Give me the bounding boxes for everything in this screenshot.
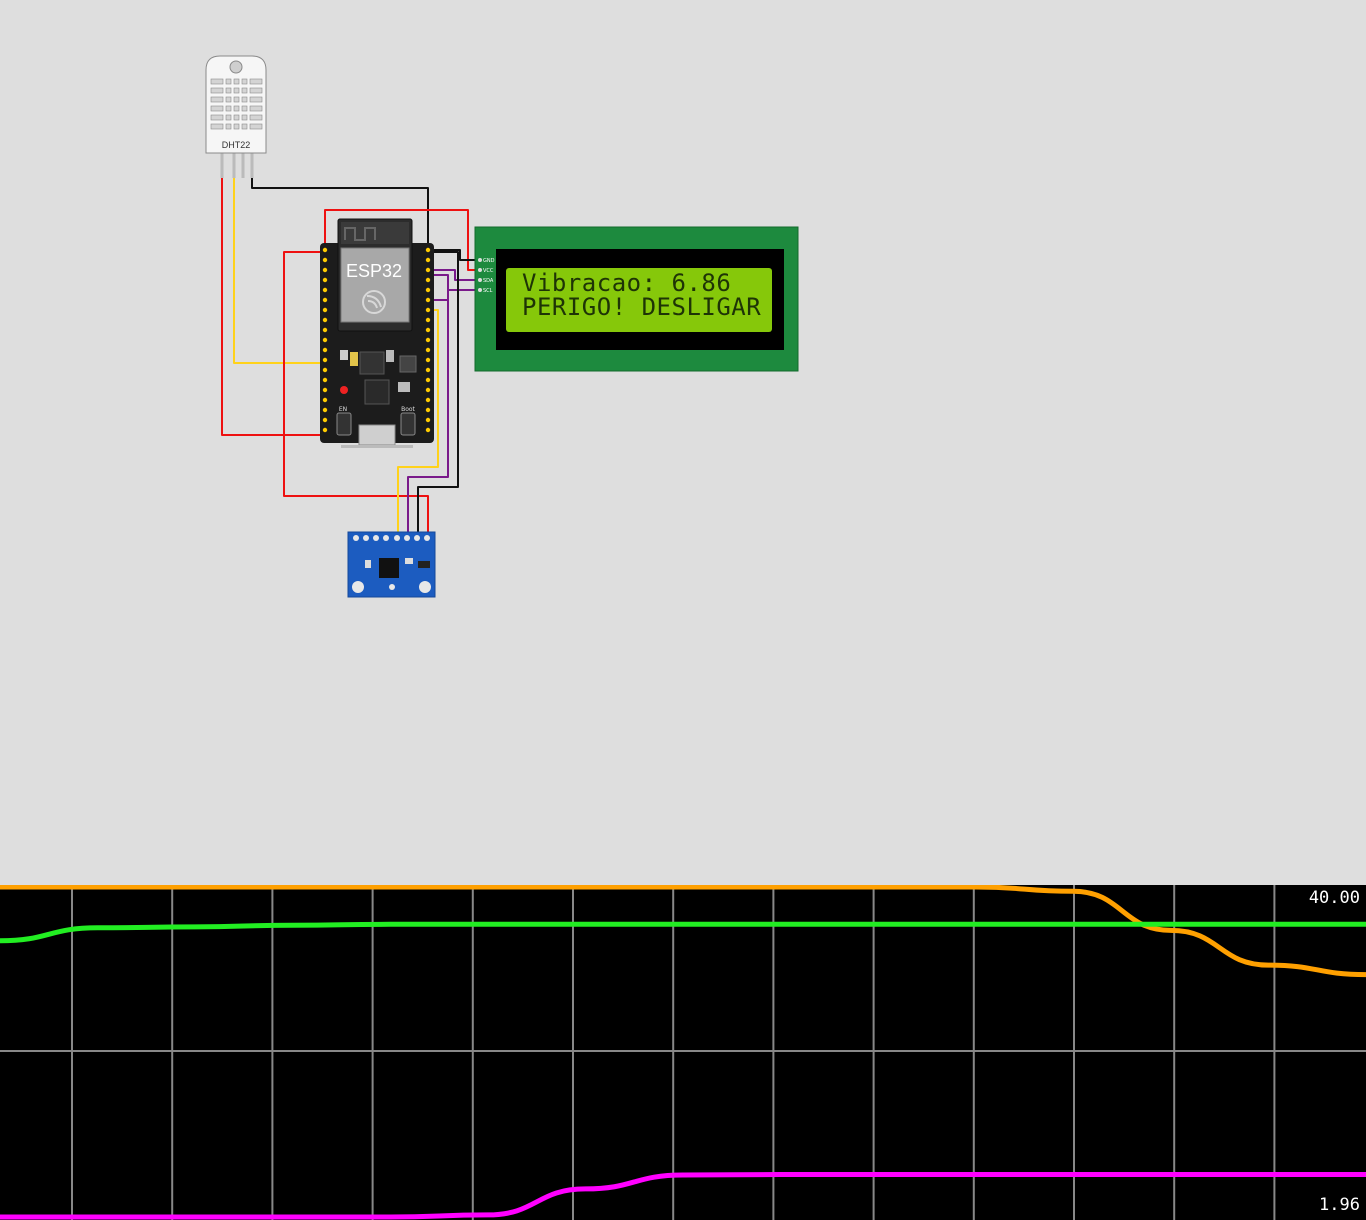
lcd-pin-gnd: GND (483, 258, 495, 264)
esp32-header-pin[interactable] (425, 367, 431, 373)
dht22-sensor[interactable]: DHT22 (205, 55, 267, 178)
esp32-header-pin[interactable] (425, 407, 431, 413)
esp32-header-pin[interactable] (322, 347, 328, 353)
esp32-header-pin[interactable] (425, 417, 431, 423)
esp32-header-pin[interactable] (425, 257, 431, 263)
wire-dht-vcc[interactable] (221, 175, 326, 436)
esp32-header-pin[interactable] (322, 307, 328, 313)
esp32-header-pin[interactable] (322, 247, 328, 253)
esp32-header-pin[interactable] (322, 317, 328, 323)
esp32-header-pin[interactable] (322, 427, 328, 433)
esp32-header-pin[interactable] (322, 397, 328, 403)
esp32-header-pin[interactable] (425, 357, 431, 363)
lcd-pin-sda: SDA (483, 278, 494, 284)
esp32-header-pin[interactable] (322, 407, 328, 413)
plot-grid (0, 885, 1366, 1220)
esp32-header-pin[interactable] (322, 277, 328, 283)
esp32-header-pin[interactable] (425, 247, 431, 253)
mpu6050-module[interactable] (347, 531, 436, 598)
lcd-pin-vcc: VCC (483, 268, 494, 274)
esp32-header-pin[interactable] (322, 297, 328, 303)
lcd-line-2: PERIGO! DESLIGAR (522, 293, 762, 321)
esp32-header-pin[interactable] (425, 337, 431, 343)
circuit-diagram: DHT22 ESP32 EN Boot GND VCC SDA SCL (205, 55, 799, 598)
dht22-label: DHT22 (222, 140, 251, 150)
esp32-header-pin[interactable] (322, 367, 328, 373)
esp32-header-pin[interactable] (425, 267, 431, 273)
esp32-header-pin[interactable] (322, 337, 328, 343)
esp32-header-pin[interactable] (425, 327, 431, 333)
esp32-header-pin[interactable] (322, 287, 328, 293)
esp32-header-pin[interactable] (322, 327, 328, 333)
en-button-label: EN (339, 406, 347, 413)
esp32-header-pin[interactable] (322, 387, 328, 393)
esp32-board[interactable]: ESP32 EN Boot (320, 218, 434, 448)
plot-area (0, 885, 1366, 1220)
boot-button-label: Boot (401, 406, 415, 413)
esp32-header-pin[interactable] (425, 377, 431, 383)
lcd-pin-scl: SCL (483, 288, 493, 294)
y-axis-max-label: 40.00 (1308, 888, 1360, 908)
esp32-header-pin[interactable] (425, 387, 431, 393)
esp32-header-pin[interactable] (322, 267, 328, 273)
esp32-header-pin[interactable] (322, 357, 328, 363)
esp32-header-pin[interactable] (322, 377, 328, 383)
esp32-header-pin[interactable] (322, 417, 328, 423)
lcd-line-1: Vibracao: 6.86 (522, 269, 732, 297)
power-led-icon (340, 386, 348, 394)
esp32-header-pin[interactable] (425, 317, 431, 323)
plot-series-line-3 (0, 1172, 1366, 1220)
esp32-header-pin[interactable] (425, 287, 431, 293)
lcd-display-text: Vibracao: 6.86 PERIGO! DESLIGAR (522, 271, 761, 319)
esp32-header-pin[interactable] (425, 347, 431, 353)
simulation-canvas[interactable]: DHT22 ESP32 EN Boot GND VCC SDA SCL Vibr… (0, 0, 1366, 885)
esp32-header-pin[interactable] (425, 427, 431, 433)
plot-series-line-1 (0, 885, 1366, 978)
esp32-header-pin[interactable] (425, 297, 431, 303)
usb-port (358, 424, 396, 446)
y-axis-min-label: 1.96 (1319, 1195, 1360, 1215)
esp32-header-pin[interactable] (425, 397, 431, 403)
wire-lcd-scl[interactable] (428, 289, 480, 301)
plot-series-line-2 (0, 921, 1366, 944)
serial-plotter: 40.00 1.96 (0, 885, 1366, 1220)
esp32-header-pin[interactable] (425, 307, 431, 313)
wire-dht-data[interactable] (233, 175, 326, 364)
esp32-header-pin[interactable] (322, 257, 328, 263)
esp32-label: ESP32 (346, 261, 402, 281)
esp32-header-pin[interactable] (425, 277, 431, 283)
